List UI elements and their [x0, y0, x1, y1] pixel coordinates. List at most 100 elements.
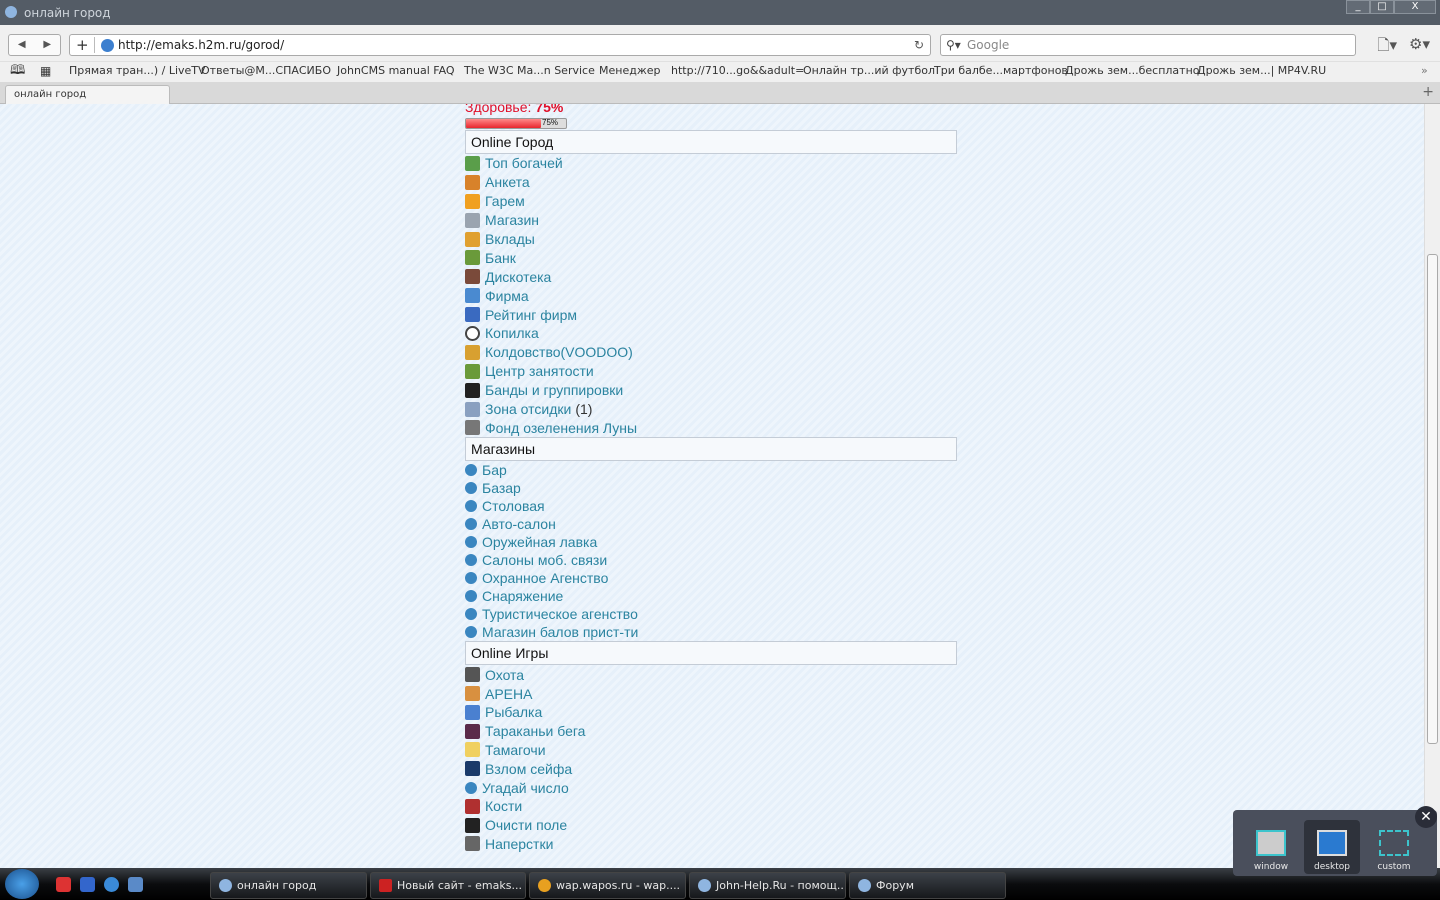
capture-panel-close-button[interactable]: ✕: [1415, 806, 1437, 828]
menu-link[interactable]: Кости: [465, 797, 957, 816]
search-input[interactable]: ⚲▾ Google: [940, 34, 1356, 56]
menu-link[interactable]: Салоны моб. связи: [465, 551, 957, 569]
menu-link[interactable]: АРЕНА: [465, 684, 957, 703]
menu-link[interactable]: Анкета: [465, 173, 957, 192]
menu-link[interactable]: Базар: [465, 479, 957, 497]
menu-link[interactable]: Дискотека: [465, 267, 957, 286]
save-icon[interactable]: [80, 877, 95, 892]
more-bookmarks-icon[interactable]: »: [1421, 62, 1428, 80]
menu-link[interactable]: Фирма: [465, 286, 957, 305]
menu-link[interactable]: Топ богачей: [465, 154, 957, 173]
menu-link[interactable]: Бар: [465, 461, 957, 479]
bookmark[interactable]: Три балбе...мартфонов: [934, 62, 1068, 80]
bookmark[interactable]: Дрожь зем...бесплатно: [1065, 62, 1200, 80]
desktop-icon: [1317, 830, 1347, 856]
bookmarks-bar: 🕮 ▦ Прямая тран...) / LiveTV Ответы@М...…: [0, 62, 1440, 82]
menu-link[interactable]: Копилка: [465, 324, 957, 343]
custom-region-icon: [1379, 830, 1409, 856]
menu-link[interactable]: Тамагочи: [465, 741, 957, 760]
scrollbar[interactable]: [1424, 104, 1440, 868]
menu-link[interactable]: Наперстки: [465, 835, 957, 854]
bookmark[interactable]: JohnCMS manual FAQ: [337, 62, 455, 80]
capture-window-option[interactable]: window: [1243, 820, 1299, 874]
back-button[interactable]: ◀: [9, 35, 35, 55]
taskbar-item[interactable]: онлайн город: [210, 872, 367, 899]
menu-link[interactable]: Охранное Агенство: [465, 569, 957, 587]
menu-link-label: Туристическое агенство: [482, 606, 638, 623]
page-icon[interactable]: 🗋▾: [1377, 35, 1397, 60]
menu-item-icon: [465, 231, 480, 247]
menu-link[interactable]: Оружейная лавка: [465, 533, 957, 551]
menu-link[interactable]: Гарем: [465, 192, 957, 211]
capture-custom-option[interactable]: custom: [1366, 820, 1422, 874]
menu-link-label: Авто-салон: [482, 516, 556, 533]
add-bookmark-button[interactable]: +: [76, 35, 89, 55]
reload-button[interactable]: ↻: [914, 35, 924, 55]
menu-link-label: Тараканьи бега: [485, 723, 586, 740]
menu-link[interactable]: Фонд озеленения Луны: [465, 418, 957, 437]
menu-link[interactable]: Рейтинг фирм: [465, 305, 957, 324]
menu-link[interactable]: Тараканьи бега: [465, 722, 957, 741]
scrollbar-thumb[interactable]: [1427, 254, 1438, 744]
menu-item-icon: [465, 781, 477, 794]
minimize-button[interactable]: _: [1346, 0, 1370, 14]
menu-link[interactable]: Туристическое агенство: [465, 605, 957, 623]
show-desktop-icon[interactable]: [128, 877, 143, 892]
menu-link[interactable]: Зона отсидки (1): [465, 400, 957, 419]
taskbar-item[interactable]: Новый сайт - emaks...: [370, 872, 526, 899]
taskbar-item[interactable]: Форум: [849, 872, 1006, 899]
speed-dial-icon[interactable]: ▦: [40, 62, 51, 80]
menu-link[interactable]: Угадай число: [465, 778, 957, 797]
taskbar-item[interactable]: John-Help.Ru - помощ...: [689, 872, 846, 899]
start-button[interactable]: [5, 869, 39, 899]
capture-desktop-option[interactable]: desktop: [1304, 820, 1360, 874]
menu-link[interactable]: Вклады: [465, 230, 957, 249]
menu-item-icon: [465, 250, 480, 266]
menu-link-label: Взлом сейфа: [485, 760, 573, 777]
menu-link[interactable]: Взлом сейфа: [465, 759, 957, 778]
taskbar-item[interactable]: wap.wapos.ru - wap....: [529, 872, 686, 899]
bookmark[interactable]: Прямая тран...) / LiveTV: [69, 62, 206, 80]
bookmark[interactable]: Онлайн тр...ий футбол: [803, 62, 935, 80]
menu-item-icon: [465, 798, 480, 814]
menu-link[interactable]: Охота: [465, 665, 957, 684]
menu-link[interactable]: Снаряжение: [465, 587, 957, 605]
menu-link-label: Угадай число: [482, 779, 569, 796]
gear-icon[interactable]: ⚙▾: [1409, 35, 1430, 60]
bookmark[interactable]: Ответы@М...СПАСИБО: [201, 62, 331, 80]
menu-link-label: Рыбалка: [485, 704, 543, 721]
bookmark[interactable]: Менеджер: [599, 62, 660, 80]
menu-link[interactable]: Столовая: [465, 497, 957, 515]
menu-link[interactable]: Банды и группировки: [465, 381, 957, 400]
url-text[interactable]: http://emaks.h2m.ru/gorod/: [118, 38, 284, 52]
forward-button[interactable]: ▶: [35, 35, 61, 55]
tab-online-gorod[interactable]: онлайн город: [5, 85, 170, 105]
menu-link[interactable]: Центр занятости: [465, 362, 957, 381]
menu-link[interactable]: Банк: [465, 248, 957, 267]
menu-link[interactable]: Магазин: [465, 211, 957, 230]
menu-link[interactable]: Колдовство(VOODOO): [465, 343, 957, 362]
bookmark[interactable]: The W3C Ma...n Service: [464, 62, 595, 80]
menu-link[interactable]: Рыбалка: [465, 703, 957, 722]
menu-link-label: Вклады: [485, 231, 535, 247]
menu-link-label: Тамагочи: [485, 741, 546, 758]
menu-link[interactable]: Магазин балов прист-ти: [465, 623, 957, 641]
menu-item-icon: [465, 464, 477, 477]
menu-link[interactable]: Очисти поле: [465, 816, 957, 835]
maximize-button[interactable]: □: [1370, 0, 1394, 14]
menu-item-icon: [465, 482, 477, 495]
bookmark[interactable]: Дрожь зем...| MP4V.RU: [1197, 62, 1326, 80]
menu-item-icon: [465, 704, 480, 720]
address-bar[interactable]: + http://emaks.h2m.ru/gorod/ ↻: [69, 34, 931, 56]
new-tab-button[interactable]: +: [1422, 84, 1434, 100]
quicklaunch-icon[interactable]: [56, 877, 71, 892]
menu-link-label: Оружейная лавка: [482, 534, 598, 551]
menu-link[interactable]: Авто-салон: [465, 515, 957, 533]
close-button[interactable]: X: [1394, 0, 1436, 14]
bookmark[interactable]: http://710...go&&adult=: [671, 62, 804, 80]
menu-item-icon: [465, 536, 477, 549]
bookmarks-icon[interactable]: 🕮: [10, 62, 25, 80]
ie-icon[interactable]: [104, 877, 119, 892]
menu-item-icon: [465, 836, 480, 852]
menu-link-label: Снаряжение: [482, 588, 564, 605]
